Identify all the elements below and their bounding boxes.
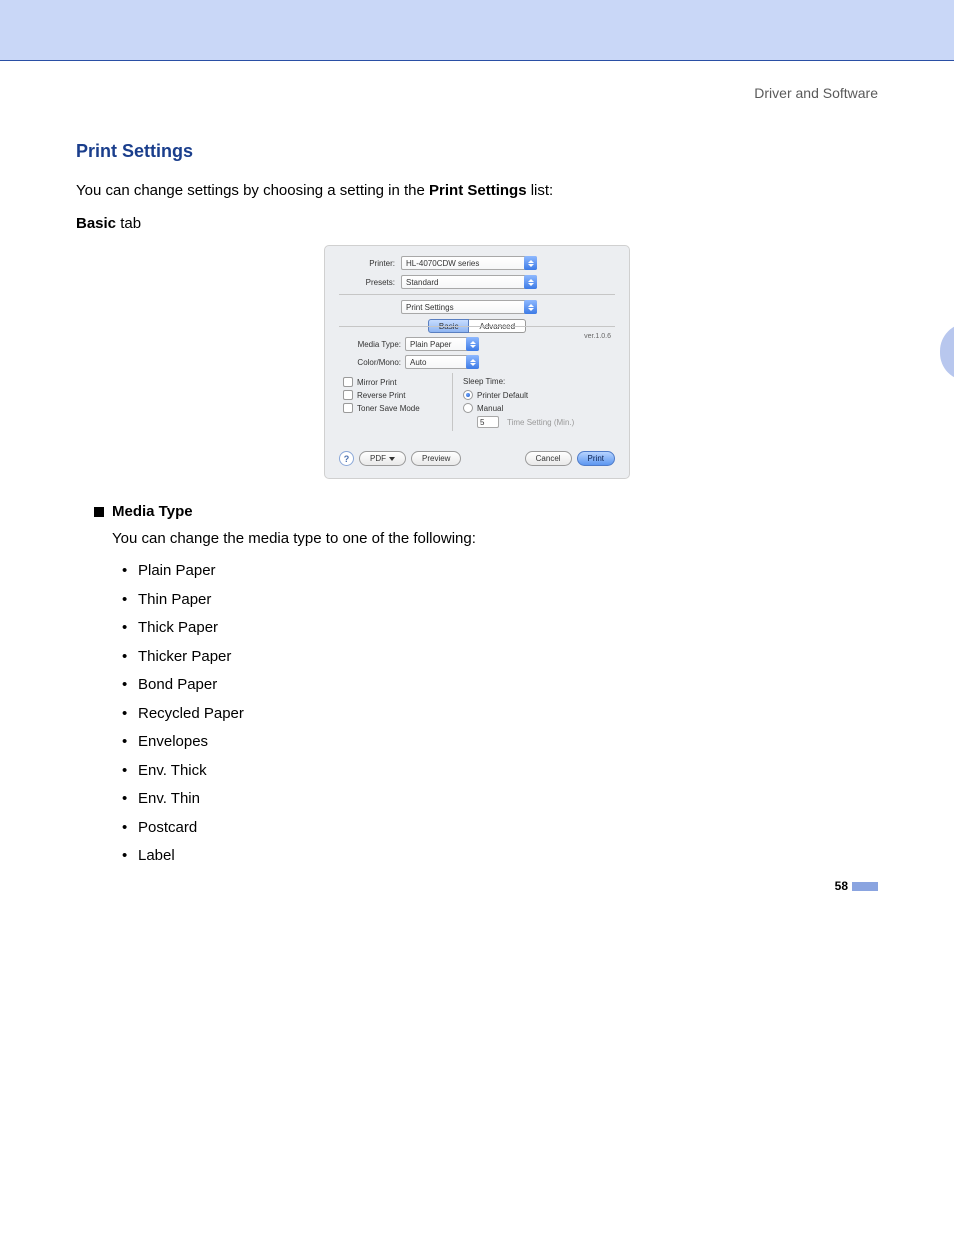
version-label: ver.1.0.6 <box>584 333 611 340</box>
section-title: Print Settings <box>76 141 878 162</box>
media-type-row: Media Type: Plain Paper <box>343 337 611 351</box>
manual-radio[interactable] <box>463 403 473 413</box>
top-band <box>0 0 954 60</box>
mirror-print-checkbox[interactable] <box>343 377 353 387</box>
printer-default-label: Printer Default <box>477 391 528 400</box>
print-button[interactable]: Print <box>577 451 615 466</box>
toner-save-row: Toner Save Mode <box>343 403 446 413</box>
time-unit-label: Time Setting (Min.) <box>507 418 574 427</box>
color-mono-select[interactable]: Auto <box>405 355 479 369</box>
list-item: Env. Thin <box>122 785 878 814</box>
printer-row: Printer: HL-4070CDW series <box>339 256 615 270</box>
dialog-separator <box>339 294 615 295</box>
footer-left: ? PDF Preview <box>339 451 461 466</box>
breadcrumb: Driver and Software <box>76 85 878 101</box>
print-dialog: Printer: HL-4070CDW series Presets: Stan… <box>324 245 630 479</box>
time-setting-row: 5 Time Setting (Min.) <box>477 416 611 428</box>
dropdown-icon <box>466 337 479 351</box>
list-item: Bond Paper <box>122 671 878 700</box>
presets-row: Presets: Standard <box>339 275 615 289</box>
mirror-print-row: Mirror Print <box>343 377 446 387</box>
time-value-field[interactable]: 5 <box>477 416 499 428</box>
list-item: Thick Paper <box>122 614 878 643</box>
square-bullet-icon <box>94 507 104 517</box>
sleep-column: Sleep Time: Printer Default Manual 5 <box>453 373 611 431</box>
chevron-down-icon <box>389 457 395 461</box>
manual-row: Manual <box>463 403 611 413</box>
media-type-value: Plain Paper <box>410 340 451 349</box>
media-type-desc: You can change the media type to one of … <box>112 530 878 547</box>
printer-value: HL-4070CDW series <box>406 259 479 268</box>
list-item: Recycled Paper <box>122 700 878 729</box>
list-item: Plain Paper <box>122 557 878 586</box>
basic-tab-label: Basic tab <box>76 213 878 236</box>
list-item: Thicker Paper <box>122 643 878 672</box>
media-type-select[interactable]: Plain Paper <box>405 337 479 351</box>
sleep-title: Sleep Time: <box>463 377 505 386</box>
intro-suffix: list: <box>527 182 554 199</box>
footer-right: Cancel Print <box>525 451 615 466</box>
preview-button[interactable]: Preview <box>411 451 461 466</box>
printer-label: Printer: <box>339 259 401 268</box>
mirror-print-label: Mirror Print <box>357 378 397 387</box>
pane-select[interactable]: Print Settings <box>401 300 537 314</box>
dropdown-icon <box>524 256 537 270</box>
basic-suffix: tab <box>116 215 141 232</box>
printer-default-row: Printer Default <box>463 390 611 400</box>
page-number-bar-icon <box>852 882 878 891</box>
color-mono-row: Color/Mono: Auto <box>343 355 611 369</box>
sleep-title-row: Sleep Time: <box>463 377 611 386</box>
pane-value: Print Settings <box>406 303 454 312</box>
dropdown-icon <box>524 300 537 314</box>
intro-strong: Print Settings <box>429 182 527 199</box>
printer-select[interactable]: HL-4070CDW series <box>401 256 537 270</box>
media-type-heading: Media Type <box>94 503 878 520</box>
toner-save-label: Toner Save Mode <box>357 404 420 413</box>
media-type-title: Media Type <box>112 503 193 520</box>
manual-label: Manual <box>477 404 503 413</box>
list-item: Env. Thick <box>122 757 878 786</box>
media-type-label: Media Type: <box>343 340 405 349</box>
dropdown-icon <box>524 275 537 289</box>
reverse-print-checkbox[interactable] <box>343 390 353 400</box>
list-item: Envelopes <box>122 728 878 757</box>
toner-save-checkbox[interactable] <box>343 403 353 413</box>
page-body: 3 Driver and Software Print Settings You… <box>0 61 954 911</box>
presets-select[interactable]: Standard <box>401 275 537 289</box>
list-item: Thin Paper <box>122 586 878 615</box>
printer-default-radio[interactable] <box>463 390 473 400</box>
reverse-print-row: Reverse Print <box>343 390 446 400</box>
intro-text: You can change settings by choosing a se… <box>76 180 878 203</box>
dialog-footer: ? PDF Preview Cancel Print <box>339 451 615 466</box>
chapter-tab: 3 <box>940 323 954 381</box>
cancel-button[interactable]: Cancel <box>525 451 572 466</box>
basic-strong: Basic <box>76 215 116 232</box>
basic-panel: ver.1.0.6 Media Type: Plain Paper Color/… <box>339 326 615 437</box>
page-number: 58 <box>835 879 878 893</box>
presets-label: Presets: <box>339 278 401 287</box>
pane-row: Print Settings <box>339 300 615 314</box>
dropdown-icon <box>466 355 479 369</box>
color-mono-value: Auto <box>410 358 426 367</box>
page-number-value: 58 <box>835 879 848 893</box>
list-item: Label <box>122 842 878 871</box>
options-column: Mirror Print Reverse Print Toner Save Mo… <box>343 373 453 431</box>
help-button[interactable]: ? <box>339 451 354 466</box>
dialog-figure: Printer: HL-4070CDW series Presets: Stan… <box>324 245 630 479</box>
pdf-label: PDF <box>370 454 386 463</box>
color-mono-label: Color/Mono: <box>343 358 405 367</box>
presets-value: Standard <box>406 278 438 287</box>
intro-prefix: You can change settings by choosing a se… <box>76 182 429 199</box>
media-type-list: Plain Paper Thin Paper Thick Paper Thick… <box>122 557 878 871</box>
panel-columns: Mirror Print Reverse Print Toner Save Mo… <box>343 373 611 431</box>
reverse-print-label: Reverse Print <box>357 391 405 400</box>
pdf-button[interactable]: PDF <box>359 451 406 466</box>
list-item: Postcard <box>122 814 878 843</box>
